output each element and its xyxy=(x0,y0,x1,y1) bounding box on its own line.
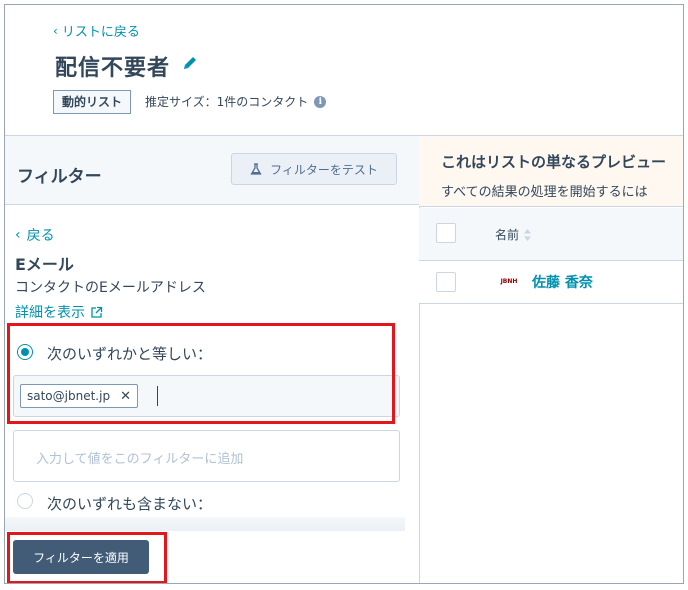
text-caret xyxy=(157,386,158,406)
back-to-lists-label: リストに戻る xyxy=(61,25,140,40)
column-header-name[interactable]: 名前 xyxy=(495,226,532,243)
test-filter-label: フィルターをテスト xyxy=(270,162,378,177)
app-window: ‹ リストに戻る 配信不要者 動的リスト 推定サイズ：1件のコンタクト i フィ… xyxy=(4,4,684,584)
sort-icon xyxy=(524,228,532,241)
close-icon[interactable]: ✕ xyxy=(120,389,131,404)
row-checkbox[interactable] xyxy=(436,272,456,292)
chevron-left-icon: ‹ xyxy=(15,227,21,243)
equals-radio[interactable] xyxy=(17,344,33,360)
preview-panel: これはリストの単なるプレビュー すべての結果の処理を開始するには 名前 JBNH… xyxy=(419,135,683,583)
not-contains-option-label: 次のいずれも含まない： xyxy=(47,495,213,513)
scroll-fade xyxy=(5,517,405,531)
email-tag: sato@jbnet.jp ✕ xyxy=(20,384,138,408)
value-placeholder: 入力して値をこのフィルターに追加 xyxy=(36,452,244,467)
estimated-size: 推定サイズ：1件のコンタクト i xyxy=(145,93,327,110)
estimated-size-text: 推定サイズ：1件のコンタクト xyxy=(145,95,309,109)
property-name: Eメール xyxy=(15,255,74,274)
pencil-icon[interactable] xyxy=(181,54,199,72)
filter-panel-header: フィルター フィルターをテスト xyxy=(5,135,419,205)
banner-title: これはリストの単なるプレビュー xyxy=(441,153,667,171)
filter-panel: フィルター フィルターをテスト ‹ 戻る Eメール コンタクトのEメールアドレス… xyxy=(5,135,420,583)
chevron-left-icon: ‹ xyxy=(53,23,58,38)
equals-option-label: 次のいずれかと等しい： xyxy=(47,345,213,363)
info-icon[interactable]: i xyxy=(314,95,327,108)
contact-name-link[interactable]: 佐藤 香奈 xyxy=(532,272,593,292)
page-title: 配信不要者 xyxy=(55,56,171,81)
table-header: 名前 xyxy=(419,208,683,261)
property-description: コンタクトのEメールアドレス xyxy=(15,280,206,296)
avatar: JBNH xyxy=(500,277,518,285)
apply-filter-label: フィルターを適用 xyxy=(33,550,129,565)
filter-panel-title: フィルター xyxy=(17,167,102,187)
details-link[interactable]: 詳細を表示 xyxy=(15,302,103,322)
column-header-name-label: 名前 xyxy=(495,228,520,242)
select-all-checkbox[interactable] xyxy=(436,223,456,243)
value-dropdown[interactable]: 入力して値をこのフィルターに追加 xyxy=(13,430,400,482)
not-contains-radio[interactable] xyxy=(17,493,33,509)
filter-back-link[interactable]: ‹ 戻る xyxy=(15,225,55,245)
details-link-label: 詳細を表示 xyxy=(15,305,85,321)
preview-banner: これはリストの単なるプレビュー すべての結果の処理を開始するには xyxy=(419,135,683,207)
filter-back-label: 戻る xyxy=(26,228,55,244)
list-type-badge: 動的リスト xyxy=(53,90,132,114)
back-to-lists-link[interactable]: ‹ リストに戻る xyxy=(53,21,140,41)
test-filter-button[interactable]: フィルターをテスト xyxy=(231,153,397,185)
flask-icon xyxy=(250,163,262,175)
tag-input[interactable]: sato@jbnet.jp ✕ xyxy=(13,375,400,417)
banner-text: すべての結果の処理を開始するには xyxy=(441,185,648,200)
email-tag-label: sato@jbnet.jp xyxy=(27,389,111,403)
apply-filter-button[interactable]: フィルターを適用 xyxy=(13,540,149,574)
table-row: JBNH 佐藤 香奈 xyxy=(419,261,683,304)
external-link-icon xyxy=(91,306,103,318)
